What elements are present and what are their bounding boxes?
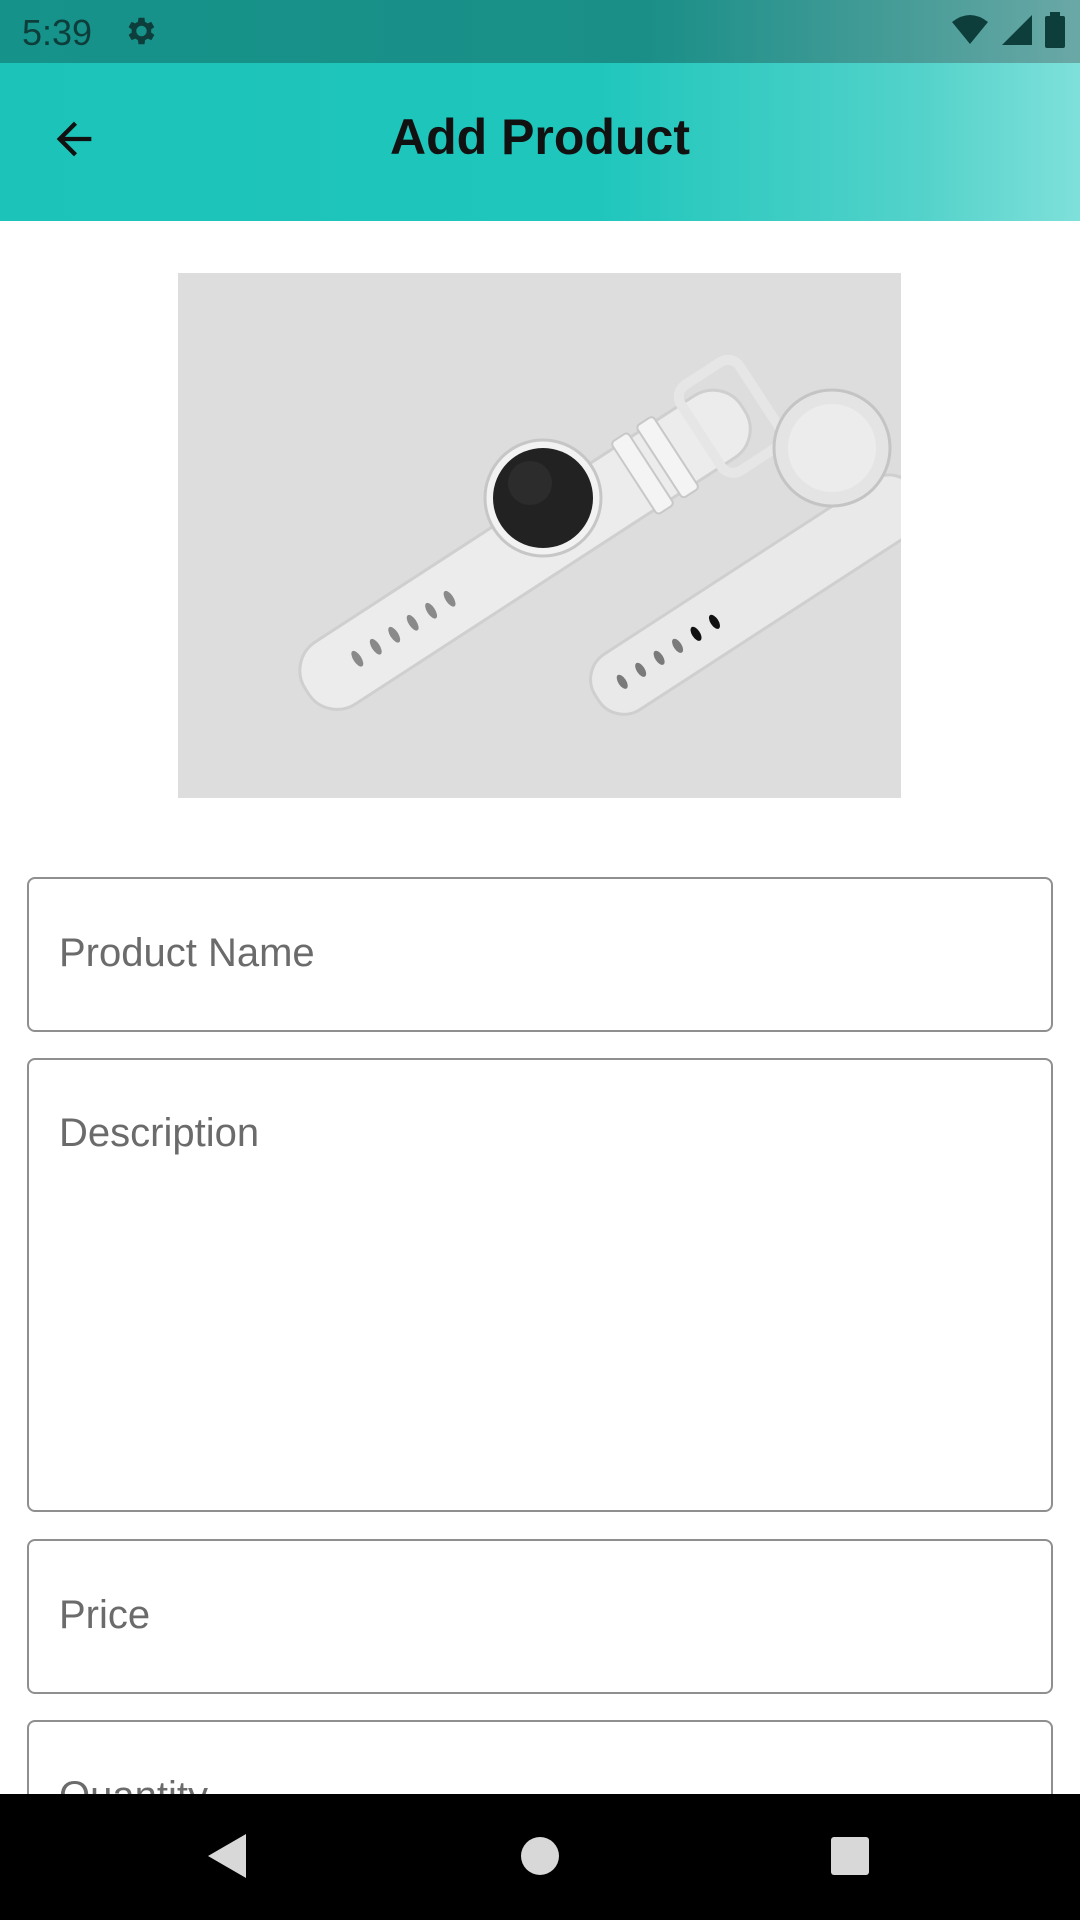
cellular-signal-icon	[1000, 13, 1034, 52]
status-time: 5:39	[22, 12, 93, 53]
nav-home-button[interactable]	[504, 1822, 576, 1894]
product-image[interactable]	[178, 273, 901, 798]
battery-icon	[1044, 11, 1066, 53]
back-triangle-icon	[204, 1832, 248, 1885]
home-circle-icon	[519, 1835, 561, 1882]
nav-recents-button[interactable]	[814, 1822, 886, 1894]
smartwatch-image	[178, 273, 901, 798]
status-bar: 5:39	[0, 0, 1080, 63]
price-field[interactable]: Price	[27, 1539, 1053, 1694]
nav-back-button[interactable]	[190, 1822, 262, 1894]
gear-icon	[122, 13, 158, 49]
recents-square-icon	[830, 1836, 870, 1881]
price-placeholder: Price	[59, 1593, 151, 1637]
product-name-placeholder: Product Name	[59, 931, 315, 975]
description-placeholder: Description	[59, 1111, 260, 1155]
navigation-bar	[0, 1794, 1080, 1920]
description-field[interactable]: Description	[27, 1058, 1053, 1512]
app-bar: Add Product	[0, 63, 1080, 221]
product-name-field[interactable]: Product Name	[27, 877, 1053, 1032]
page-title: Add Product	[390, 109, 690, 165]
wifi-icon	[950, 14, 990, 51]
status-icons	[950, 11, 1066, 53]
